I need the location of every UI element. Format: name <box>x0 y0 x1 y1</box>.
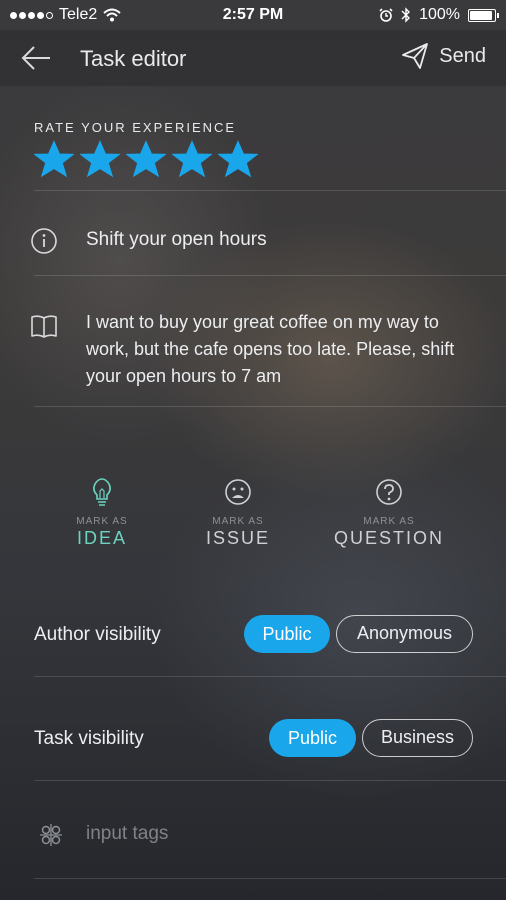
rating-label: RATE YOUR EXPERIENCE <box>34 120 237 135</box>
task-subject[interactable]: Shift your open hours <box>86 229 267 251</box>
tags-icon <box>40 824 62 846</box>
divider <box>34 676 506 677</box>
question-icon <box>376 479 402 505</box>
rating-section: RATE YOUR EXPERIENCE <box>34 120 258 180</box>
mark-label: QUESTION <box>333 528 444 548</box>
battery-percent: 100% <box>419 6 460 23</box>
status-bar: Tele2 2:57 PM 100% <box>0 0 506 30</box>
mark-prefix: MARK AS <box>212 516 264 527</box>
star-icon[interactable] <box>34 140 74 180</box>
mark-as-options: MARK AS IDEA MARK AS ISSUE MARK AS QUEST… <box>0 478 506 558</box>
back-arrow-icon[interactable] <box>20 44 52 72</box>
alarm-icon <box>379 8 393 22</box>
battery-fill <box>470 10 492 20</box>
battery-icon <box>468 8 499 22</box>
mark-label: IDEA <box>76 528 127 548</box>
mark-as-issue-button[interactable]: MARK AS ISSUE <box>168 478 308 549</box>
author-public-toggle[interactable]: Public <box>244 615 330 653</box>
task-public-toggle[interactable]: Public <box>269 719 356 757</box>
divider <box>34 878 506 879</box>
divider <box>34 190 506 191</box>
star-icon[interactable] <box>172 140 212 180</box>
star-icon[interactable] <box>218 140 258 180</box>
tags-input[interactable]: input tags <box>86 823 168 845</box>
send-label: Send <box>439 44 486 67</box>
info-icon <box>31 228 57 254</box>
task-business-toggle[interactable]: Business <box>362 719 473 757</box>
toolbar: Task editor Send <box>0 30 506 86</box>
sad-face-icon <box>225 479 251 505</box>
lightbulb-icon <box>93 478 111 506</box>
page-title: Task editor <box>80 46 187 71</box>
mark-as-idea-button[interactable]: MARK AS IDEA <box>32 478 172 549</box>
rating-stars[interactable] <box>34 140 258 180</box>
author-visibility-label: Author visibility <box>34 624 161 645</box>
divider <box>34 275 506 276</box>
mark-label: ISSUE <box>205 528 271 548</box>
send-button[interactable]: Send <box>401 42 486 70</box>
book-icon <box>31 315 57 338</box>
bluetooth-icon <box>401 7 411 23</box>
divider <box>34 780 506 781</box>
task-visibility-label: Task visibility <box>34 728 144 749</box>
paper-plane-icon <box>402 43 429 69</box>
status-bar-right: 100% <box>379 6 499 24</box>
task-description[interactable]: I want to buy your great coffee on my wa… <box>86 309 486 390</box>
star-icon[interactable] <box>80 140 120 180</box>
star-icon[interactable] <box>126 140 166 180</box>
mark-prefix: MARK AS <box>76 516 128 527</box>
author-anonymous-toggle[interactable]: Anonymous <box>336 615 473 653</box>
mark-as-question-button[interactable]: MARK AS QUESTION <box>319 478 459 549</box>
mark-prefix: MARK AS <box>363 516 415 527</box>
divider <box>34 406 506 407</box>
